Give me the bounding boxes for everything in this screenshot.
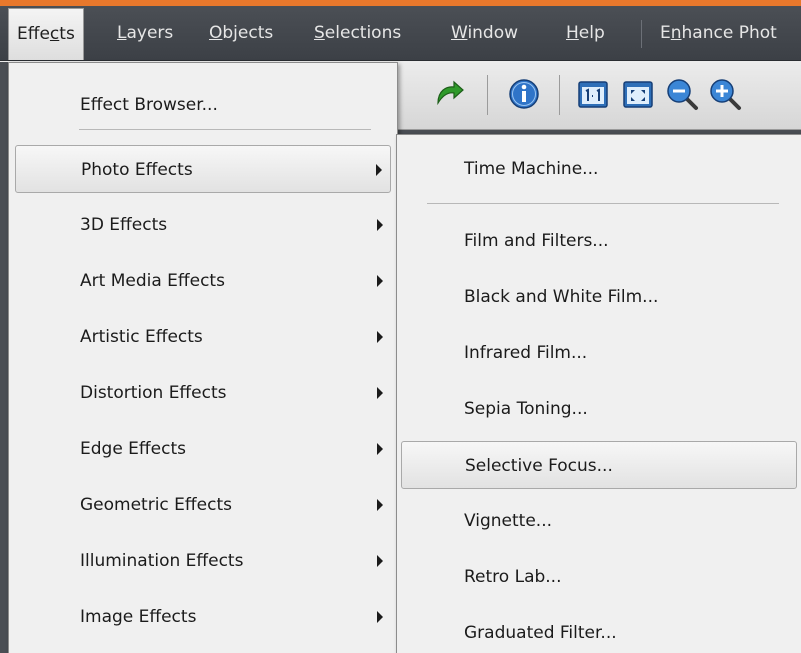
menu-item-art-media-effects[interactable]: Art Media Effects [15,257,391,305]
redo-icon[interactable] [432,77,466,111]
menu-item-photo-effects[interactable]: Photo Effects [15,145,391,193]
toolbar-divider [559,75,560,115]
workspace-edge [0,62,8,653]
menu-item-black-and-white-film[interactable]: Black and White Film... [401,273,797,321]
submenu-arrow-icon [377,387,383,399]
menu-item-geometric-effects[interactable]: Geometric Effects [15,481,391,529]
submenu-arrow-icon [377,555,383,567]
menu-item-sepia-toning[interactable]: Sepia Toning... [401,385,797,433]
menu-item-image-effects[interactable]: Image Effects [15,593,391,641]
menu-help[interactable]: Help [566,6,605,60]
menubar-divider [641,20,642,48]
submenu-arrow-icon [377,611,383,623]
menu-enhance-photo[interactable]: Enhance Phot [660,6,777,60]
menu-item-vignette[interactable]: Vignette... [401,497,797,545]
submenu-arrow-icon [376,164,382,176]
menu-item-time-machine[interactable]: Time Machine... [401,145,797,193]
menu-layers[interactable]: Layers [117,6,173,60]
menu-window[interactable]: Window [451,6,518,60]
submenu-arrow-icon [377,275,383,287]
zoom-in-icon[interactable] [708,77,742,111]
info-icon[interactable] [507,77,541,111]
menu-effects[interactable]: Effects [8,8,84,60]
app-window: Effects Layers Objects Selections Window… [0,0,801,653]
menu-separator [79,129,371,130]
submenu-arrow-icon [377,331,383,343]
menu-item-distortion-effects[interactable]: Distortion Effects [15,369,391,417]
menu-separator [427,203,779,204]
menu-item-edge-effects[interactable]: Edge Effects [15,425,391,473]
menu-item-infrared-film[interactable]: Infrared Film... [401,329,797,377]
menu-item-effect-browser[interactable]: Effect Browser... [15,81,391,129]
toolbar-divider [487,75,488,115]
menu-item-3d-effects[interactable]: 3D Effects [15,201,391,249]
menu-item-artistic-effects[interactable]: Artistic Effects [15,313,391,361]
menu-item-selective-focus[interactable]: Selective Focus... [401,441,797,489]
submenu-arrow-icon [377,499,383,511]
menu-item-film-and-filters[interactable]: Film and Filters... [401,217,797,265]
effects-menu: Effect Browser... Photo Effects 3D Effec… [8,62,398,653]
menubar: Effects Layers Objects Selections Window… [0,6,801,61]
submenu-arrow-icon [377,443,383,455]
fit-window-icon[interactable] [621,77,655,111]
photo-effects-submenu: Time Machine... Film and Filters... Blac… [396,134,801,653]
submenu-arrow-icon [377,219,383,231]
menu-item-retro-lab[interactable]: Retro Lab... [401,553,797,601]
actual-size-icon[interactable] [576,77,610,111]
menu-selections[interactable]: Selections [314,6,401,60]
zoom-out-icon[interactable] [665,77,699,111]
menu-item-illumination-effects[interactable]: Illumination Effects [15,537,391,585]
menu-objects[interactable]: Objects [209,6,273,60]
menu-item-graduated-filter[interactable]: Graduated Filter... [401,609,797,653]
